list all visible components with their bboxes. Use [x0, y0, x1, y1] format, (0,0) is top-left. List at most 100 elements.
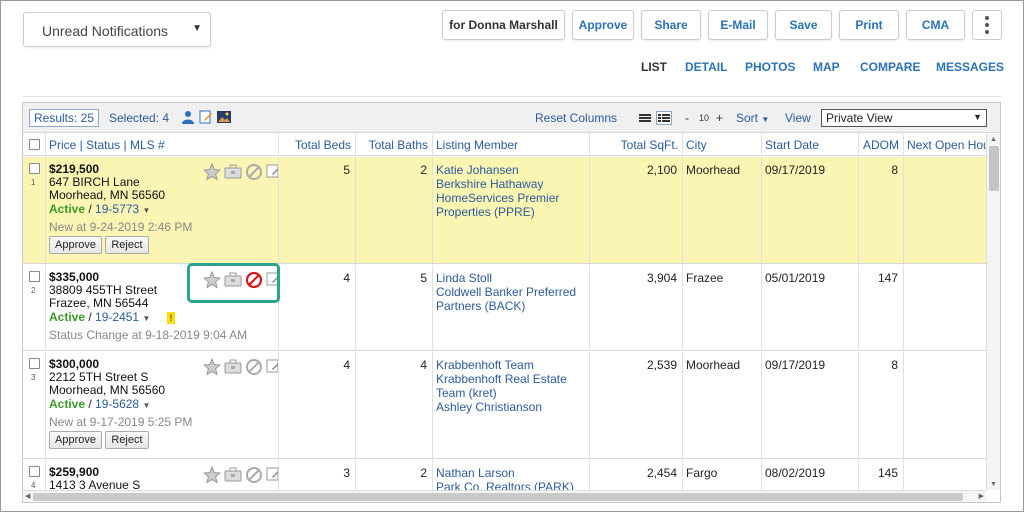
- tab-compare[interactable]: COMPARE: [860, 60, 920, 74]
- column-header-mls[interactable]: MLS #: [130, 138, 165, 152]
- table-row[interactable]: 1 $219,500 647 BIRCH Lane Moorhead, MN 5…: [23, 157, 986, 264]
- tab-map[interactable]: MAP: [813, 60, 840, 74]
- notes-icon[interactable]: [266, 163, 279, 179]
- column-header-total-beds[interactable]: Total Beds: [279, 134, 356, 156]
- grid-view-icon[interactable]: [656, 111, 672, 125]
- notes-icon[interactable]: [266, 466, 279, 482]
- select-all-checkbox[interactable]: [29, 139, 40, 150]
- tab-detail[interactable]: DETAIL: [685, 60, 727, 74]
- listing-member-office[interactable]: Coldwell Banker Preferred: [436, 285, 589, 299]
- listing-member-name[interactable]: Katie Johansen: [436, 163, 589, 177]
- favorite-star-icon[interactable]: [203, 358, 221, 376]
- chevron-down-icon[interactable]: ▼: [142, 401, 150, 410]
- notes-icon[interactable]: [266, 271, 279, 287]
- horizontal-scrollbar[interactable]: ◀ ▶: [23, 490, 986, 502]
- notes-icon[interactable]: [266, 358, 279, 374]
- listing-member-name[interactable]: Ashley Christianson: [436, 400, 589, 414]
- mls-number-link[interactable]: 19-5628: [95, 397, 139, 411]
- scroll-right-icon[interactable]: ▶: [979, 492, 984, 500]
- scroll-down-icon[interactable]: ▼: [990, 481, 997, 488]
- email-button[interactable]: E-Mail: [708, 10, 768, 40]
- vertical-scroll-thumb[interactable]: [989, 146, 999, 191]
- listing-member-office[interactable]: Properties (PPRE): [436, 205, 589, 219]
- listing-member-office[interactable]: Team (kret): [436, 386, 589, 400]
- column-header-start-date[interactable]: Start Date: [762, 134, 859, 156]
- row-checkbox[interactable]: [29, 358, 40, 369]
- sort-menu[interactable]: Sort ▼: [736, 111, 769, 125]
- photo-icon[interactable]: [217, 110, 231, 124]
- row-number: 3: [31, 373, 36, 382]
- total-baths-cell: 2: [356, 157, 433, 263]
- listing-member-office[interactable]: Berkshire Hathaway: [436, 177, 589, 191]
- column-header-total-sqft[interactable]: Total SqFt.: [590, 134, 683, 156]
- briefcase-icon[interactable]: [224, 358, 242, 376]
- edit-note-icon[interactable]: [199, 110, 213, 124]
- table-row[interactable]: 3 $300,000 2212 5TH Street S Moorhead, M…: [23, 352, 986, 459]
- vertical-scrollbar[interactable]: ▲ ▼: [986, 134, 1000, 490]
- discard-icon[interactable]: [245, 358, 263, 376]
- approve-listing-button[interactable]: Approve: [49, 236, 102, 254]
- reset-columns-link[interactable]: Reset Columns: [535, 111, 617, 125]
- reject-listing-button[interactable]: Reject: [105, 236, 149, 254]
- total-baths-cell: 4: [356, 352, 433, 458]
- column-header-listing-member[interactable]: Listing Member: [433, 134, 590, 156]
- row-select-cell: 1: [23, 157, 46, 263]
- tab-photos[interactable]: PHOTOS: [745, 60, 795, 74]
- page-size-decrease[interactable]: -: [685, 111, 689, 125]
- save-button[interactable]: Save: [775, 10, 832, 40]
- selected-count[interactable]: Selected: 4: [109, 111, 169, 125]
- tab-messages[interactable]: MESSAGES: [936, 60, 1004, 74]
- view-select[interactable]: Private View ▼: [821, 109, 987, 127]
- listing-member-name[interactable]: Krabbenhoft Team: [436, 358, 589, 372]
- reject-listing-button[interactable]: Reject: [105, 431, 149, 449]
- column-header-adom[interactable]: ADOM: [859, 134, 904, 156]
- table-row[interactable]: 2 $335,000 38809 455TH Street Frazee, MN…: [23, 265, 986, 351]
- row-checkbox[interactable]: [29, 163, 40, 174]
- listing-member-name[interactable]: Nathan Larson: [436, 466, 589, 480]
- for-user-button[interactable]: for Donna Marshall: [442, 10, 565, 40]
- column-header-city[interactable]: City: [683, 134, 762, 156]
- column-header-next-open-house[interactable]: Next Open Hou: [904, 134, 986, 156]
- print-button[interactable]: Print: [839, 10, 899, 40]
- tab-list[interactable]: LIST: [641, 60, 667, 74]
- list-view-icon[interactable]: [637, 111, 653, 125]
- discard-icon[interactable]: [245, 163, 263, 181]
- listing-member-office[interactable]: Krabbenhoft Real Estate: [436, 372, 589, 386]
- scroll-up-icon[interactable]: ▲: [990, 136, 997, 143]
- city-cell: Moorhead: [683, 157, 762, 263]
- share-button[interactable]: Share: [641, 10, 701, 40]
- horizontal-scroll-thumb[interactable]: [33, 493, 963, 501]
- results-count[interactable]: Results: 25: [29, 109, 100, 127]
- row-checkbox[interactable]: [29, 466, 40, 477]
- column-header-price[interactable]: Price: [49, 138, 76, 152]
- contact-icon[interactable]: [181, 110, 195, 124]
- discard-active-icon[interactable]: [245, 271, 263, 289]
- mls-number-link[interactable]: 19-2451: [95, 310, 139, 324]
- favorite-star-icon[interactable]: [203, 271, 221, 289]
- chevron-down-icon[interactable]: ▼: [142, 314, 150, 323]
- approve-button[interactable]: Approve: [572, 10, 634, 40]
- approve-listing-button[interactable]: Approve: [49, 431, 102, 449]
- page-size-increase[interactable]: +: [716, 111, 723, 125]
- column-header-status[interactable]: Status: [86, 138, 120, 152]
- briefcase-icon[interactable]: [224, 271, 242, 289]
- scroll-left-icon[interactable]: ◀: [25, 492, 30, 500]
- favorite-star-icon[interactable]: [203, 466, 221, 484]
- grid-toolbar: Results: 25 Selected: 4 Reset Columns - …: [23, 103, 1000, 133]
- row-checkbox[interactable]: [29, 271, 40, 282]
- listing-member-office[interactable]: HomeServices Premier: [436, 191, 589, 205]
- favorite-star-icon[interactable]: [203, 163, 221, 181]
- listing-member-office[interactable]: Partners (BACK): [436, 299, 589, 313]
- column-header-total-baths[interactable]: Total Baths: [356, 134, 433, 156]
- dot-icon: [985, 16, 989, 20]
- chevron-down-icon[interactable]: ▼: [142, 206, 150, 215]
- listing-member-name[interactable]: Linda Stoll: [436, 271, 589, 285]
- more-options-button[interactable]: [972, 10, 1002, 40]
- notification-filter-select[interactable]: Unread Notifications ▼: [23, 12, 211, 47]
- listing-summary-cell: $300,000 2212 5TH Street S Moorhead, MN …: [46, 352, 279, 458]
- briefcase-icon[interactable]: [224, 163, 242, 181]
- briefcase-icon[interactable]: [224, 466, 242, 484]
- mls-number-link[interactable]: 19-5773: [95, 202, 139, 216]
- cma-button[interactable]: CMA: [906, 10, 965, 40]
- discard-icon[interactable]: [245, 466, 263, 484]
